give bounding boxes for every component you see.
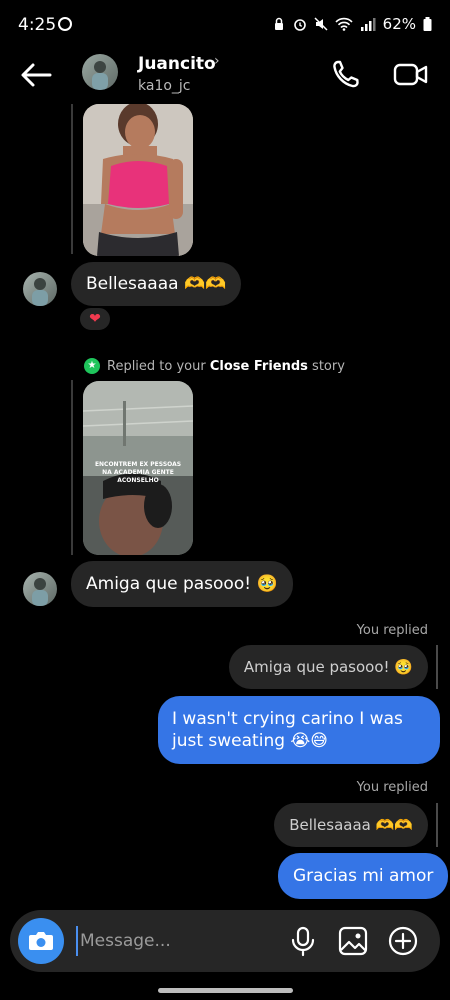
contact-avatar[interactable] xyxy=(82,54,118,90)
message-input[interactable] xyxy=(76,926,276,956)
chat-header: Juancito › ka1o_jc xyxy=(0,50,450,100)
gallery-icon[interactable] xyxy=(336,924,370,958)
message-bubble-outgoing[interactable]: Gracias mi amor xyxy=(278,853,449,899)
story-image-reply[interactable]: ENCONTREM EX PESSOAS NA ACADEMIA GENTE A… xyxy=(83,381,193,555)
status-time: 4:25 xyxy=(18,15,57,35)
replied-bold: Close Friends xyxy=(209,358,308,374)
video-camera-icon[interactable] xyxy=(392,58,430,90)
message-composer xyxy=(10,910,440,972)
message-bubble-outgoing[interactable]: I wasn't crying carino I was just sweati… xyxy=(158,696,440,764)
microphone-icon[interactable] xyxy=(286,924,320,958)
camera-button[interactable] xyxy=(18,918,64,964)
you-replied-label: You replied xyxy=(356,780,428,795)
replied-suffix: story xyxy=(312,358,345,374)
chevron-right-icon[interactable]: › xyxy=(214,53,220,69)
signal-icon xyxy=(360,18,376,31)
back-arrow-icon[interactable] xyxy=(18,60,54,90)
status-bar: 4:25 62% xyxy=(0,0,450,50)
reply-thread-line xyxy=(71,104,73,254)
quoted-message[interactable]: Amiga que pasooo! 🥹 xyxy=(228,645,428,689)
quoted-message[interactable]: Bellesaaaa 🫶🫶 xyxy=(274,803,428,847)
quote-line xyxy=(436,803,438,847)
notification-icon xyxy=(58,17,72,31)
battery-percent: 62% xyxy=(382,15,416,33)
reply-thread-line xyxy=(71,380,73,555)
contact-username[interactable]: ka1o_jc xyxy=(138,78,191,94)
story-reply-caption: ★ Replied to your Close Friends story xyxy=(84,358,345,374)
story-image-gym[interactable] xyxy=(83,104,193,256)
wifi-icon xyxy=(335,17,353,31)
home-indicator[interactable] xyxy=(158,988,293,993)
sender-avatar[interactable] xyxy=(23,272,57,306)
phone-icon[interactable] xyxy=(330,58,366,90)
message-bubble-incoming[interactable]: Bellesaaaa 🫶🫶 xyxy=(71,262,242,306)
close-friends-star-icon: ★ xyxy=(84,358,100,374)
lock-icon xyxy=(274,17,283,30)
you-replied-label: You replied xyxy=(356,623,428,638)
status-icons: 62% xyxy=(272,15,432,33)
alarm-icon xyxy=(293,19,306,31)
story-overlay-text: ENCONTREM EX PESSOAS NA ACADEMIA GENTE A… xyxy=(94,461,182,484)
replied-prefix: Replied to your xyxy=(107,358,206,374)
contact-name[interactable]: Juancito xyxy=(138,54,216,74)
camera-icon xyxy=(29,932,53,950)
heart-icon[interactable]: ❤ xyxy=(78,306,112,332)
quote-line xyxy=(436,645,438,689)
sender-avatar[interactable] xyxy=(23,572,57,606)
message-bubble-incoming[interactable]: Amiga que pasooo! 🥹 xyxy=(71,561,293,607)
battery-icon xyxy=(423,17,432,31)
mute-icon xyxy=(314,17,328,31)
plus-icon[interactable] xyxy=(386,924,420,958)
